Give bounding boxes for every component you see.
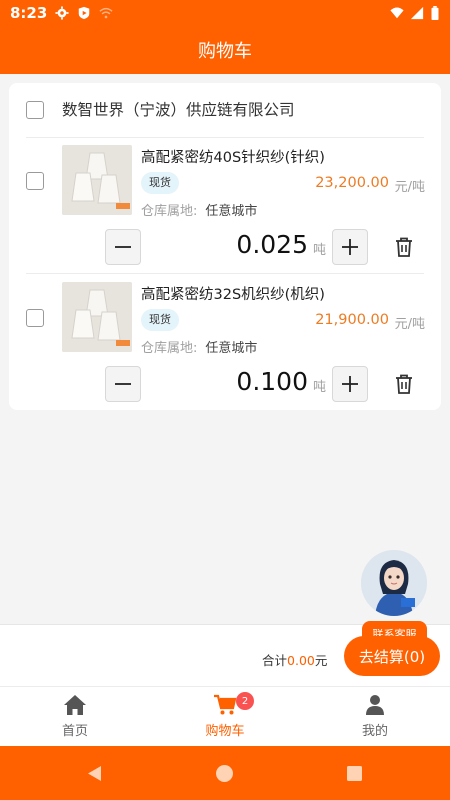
back-icon[interactable] [86,765,103,782]
tab-profile[interactable]: 我的 [300,687,450,746]
yarn-cones-icon [62,145,132,215]
status-time: 8:23 [10,4,48,22]
page-title: 购物车 [198,41,252,62]
price-unit: 元/吨 [394,317,425,332]
total-summary: 合计0.00元 [262,650,327,669]
plus-icon [342,376,358,392]
cart-card: 数智世界（宁波）供应链有限公司 高配紧密纺40S针织纱(针织) 现货 23,20… [9,83,441,410]
product-image[interactable] [62,282,132,352]
warehouse-info: 仓库属地: 任意城市 [141,200,257,219]
quantity-value[interactable]: 0.025 [236,230,308,259]
warehouse-label: 仓库属地: [141,341,198,356]
minus-icon [115,383,131,385]
tab-label: 首页 [61,724,88,739]
minus-icon [115,246,131,248]
item-price: 23,200.00 [315,175,389,191]
cart-item: 高配紧密纺32S机织纱(机织) 现货 21,900.00 元/吨 仓库属地: 任意… [9,274,441,411]
increase-quantity-button[interactable] [332,366,368,402]
customer-service-avatar[interactable] [361,550,427,616]
quantity-value[interactable]: 0.100 [236,367,308,396]
checkout-label: 去结算(0) [358,647,426,666]
quantity-unit: 吨 [313,243,327,258]
decrease-quantity-button[interactable] [105,366,141,402]
tab-home[interactable]: 首页 [0,687,150,746]
warehouse-info: 仓库属地: 任意城市 [141,337,257,356]
stock-badge: 现货 [141,172,179,194]
wifi-off-icon [99,7,113,19]
warehouse-value: 任意城市 [205,204,258,219]
increase-quantity-button[interactable] [332,229,368,265]
recents-icon[interactable] [346,765,363,782]
delete-icon[interactable] [392,372,416,396]
shop-name: 数智世界（宁波）供应链有限公司 [62,101,295,119]
tab-bar: 首页 购物车 我的 [0,686,450,746]
warehouse-value: 任意城市 [205,341,258,356]
quantity-unit: 吨 [313,380,327,395]
user-icon [366,695,384,715]
battery-icon [431,6,439,20]
status-bar: 8:23 [0,0,450,26]
delete-icon[interactable] [392,235,416,259]
wifi-icon [390,7,404,19]
yarn-cones-icon [62,282,132,352]
play-shield-icon [79,6,90,20]
price-unit: 元/吨 [394,180,425,195]
warehouse-label: 仓库属地: [141,204,198,219]
cart-count-badge: 2 [236,692,254,710]
home-circle-icon[interactable] [215,764,234,783]
item-price: 21,900.00 [315,312,389,328]
item-title[interactable]: 高配紧密纺32S机织纱(机织) [141,283,325,304]
item-title[interactable]: 高配紧密纺40S针织纱(针织) [141,146,325,167]
shop-checkbox[interactable] [26,101,44,119]
total-amount: 0.00 [287,653,315,668]
agent-avatar-icon [361,550,427,616]
product-image[interactable] [62,145,132,215]
total-label: 合计 [262,653,288,668]
plus-icon [342,239,358,255]
checkout-button[interactable]: 去结算(0) [344,636,440,676]
tab-cart[interactable]: 购物车 [150,687,300,746]
decrease-quantity-button[interactable] [105,229,141,265]
settings-icon [55,6,69,20]
item-checkbox[interactable] [26,172,44,190]
total-currency: 元 [314,653,328,668]
item-checkbox[interactable] [26,309,44,327]
cart-icon [214,694,237,715]
signal-icon [410,6,424,20]
cart-item: 高配紧密纺40S针织纱(针织) 现货 23,200.00 元/吨 仓库属地: 任意… [9,137,441,274]
shop-row: 数智世界（宁波）供应链有限公司 [9,83,441,137]
system-nav-bar [0,746,450,800]
app-header: 购物车 [0,26,450,74]
tab-label: 购物车 [205,724,245,739]
tab-label: 我的 [361,724,388,739]
home-icon [64,695,86,715]
stock-badge: 现货 [141,309,179,331]
